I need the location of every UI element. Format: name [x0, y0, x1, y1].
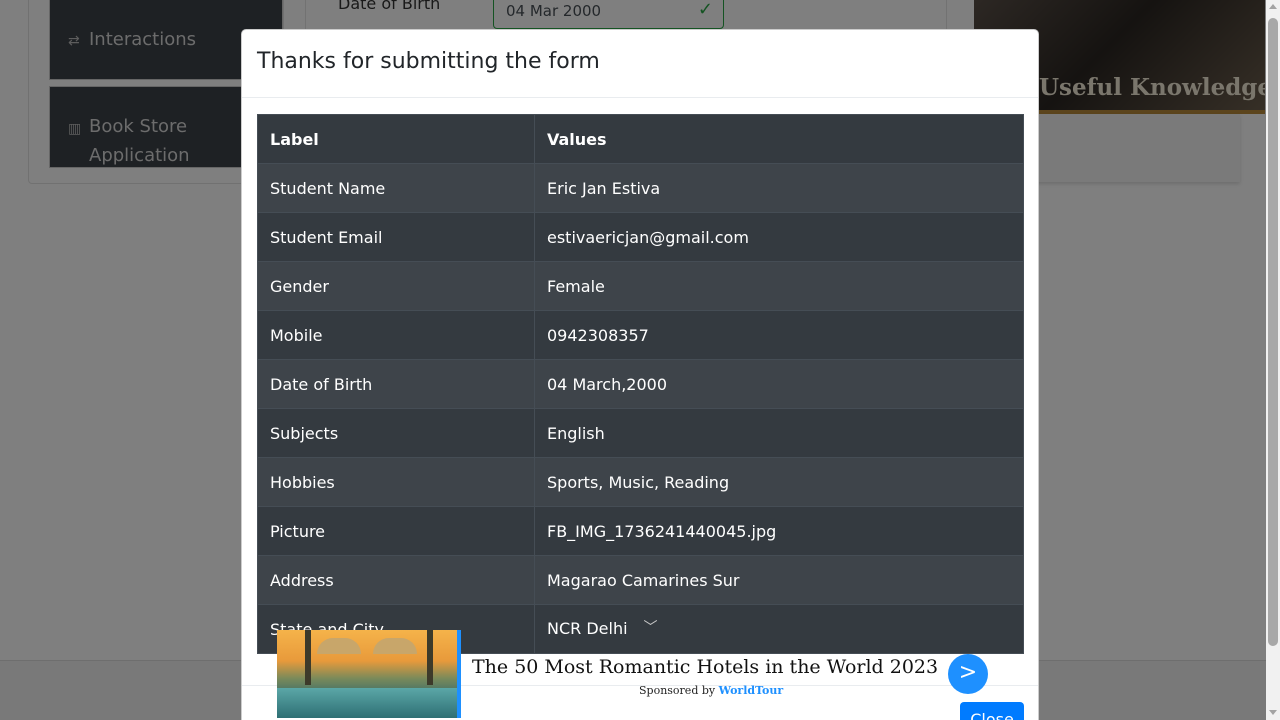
- ad-sponsor-name[interactable]: WorldTour: [719, 684, 784, 697]
- modal-header: Thanks for submitting the form: [242, 30, 1038, 98]
- umbrella-shape: [317, 638, 361, 654]
- row-value: FB_IMG_1736241440045.jpg: [534, 506, 1024, 556]
- ad-go-button[interactable]: >: [948, 654, 988, 694]
- row-label: Picture: [257, 506, 535, 556]
- page-scrollbar[interactable]: [1266, 0, 1280, 720]
- ad-banner[interactable]: The 50 Most Romantic Hotels in the World…: [276, 629, 1016, 720]
- table-header-row: Label Values: [257, 114, 1024, 164]
- row-value: Magarao Camarines Sur: [534, 555, 1024, 605]
- row-value: Sports, Music, Reading: [534, 457, 1024, 507]
- row-value: English: [534, 408, 1024, 458]
- table-row: Hobbies Sports, Music, Reading: [257, 457, 1024, 507]
- table-row: Student Name Eric Jan Estiva: [257, 163, 1024, 213]
- row-label: Date of Birth: [257, 359, 535, 409]
- table-row: Subjects English: [257, 408, 1024, 458]
- header-label: Label: [257, 114, 535, 164]
- pool-shape: [277, 688, 457, 718]
- submission-modal: Thanks for submitting the form Label Val…: [241, 29, 1039, 720]
- palm-shape: [305, 630, 311, 685]
- ad-title[interactable]: The 50 Most Romantic Hotels in the World…: [472, 656, 938, 678]
- modal-body: Label Values Student Name Eric Jan Estiv…: [242, 98, 1038, 670]
- table-row: Picture FB_IMG_1736241440045.jpg: [257, 506, 1024, 556]
- ad-sponsor: Sponsored by WorldTour: [639, 684, 783, 697]
- scroll-down-arrow-icon[interactable]: [1269, 710, 1277, 715]
- row-label: Hobbies: [257, 457, 535, 507]
- row-value: 04 March,2000: [534, 359, 1024, 409]
- ad-sponsor-prefix: Sponsored by: [639, 684, 716, 697]
- row-label: Subjects: [257, 408, 535, 458]
- header-values: Values: [534, 114, 1024, 164]
- umbrella-shape: [373, 638, 417, 654]
- row-value: Eric Jan Estiva: [534, 163, 1024, 213]
- scroll-up-arrow-icon[interactable]: [1269, 4, 1277, 9]
- results-table: Label Values Student Name Eric Jan Estiv…: [257, 114, 1024, 654]
- row-label: Gender: [257, 261, 535, 311]
- row-value: Female: [534, 261, 1024, 311]
- row-label: Student Name: [257, 163, 535, 213]
- table-row: Mobile 0942308357: [257, 310, 1024, 360]
- table-row: Student Email estivaericjan@gmail.com: [257, 212, 1024, 262]
- table-row: Gender Female: [257, 261, 1024, 311]
- scroll-thumb[interactable]: [1268, 18, 1278, 646]
- row-value: 0942308357: [534, 310, 1024, 360]
- row-label: Student Email: [257, 212, 535, 262]
- modal-title: Thanks for submitting the form: [257, 49, 600, 74]
- table-row: Address Magarao Camarines Sur: [257, 555, 1024, 605]
- row-value: estivaericjan@gmail.com: [534, 212, 1024, 262]
- ad-image[interactable]: [277, 630, 461, 718]
- palm-shape: [427, 630, 433, 685]
- table-row: Date of Birth 04 March,2000: [257, 359, 1024, 409]
- row-label: Address: [257, 555, 535, 605]
- row-label: Mobile: [257, 310, 535, 360]
